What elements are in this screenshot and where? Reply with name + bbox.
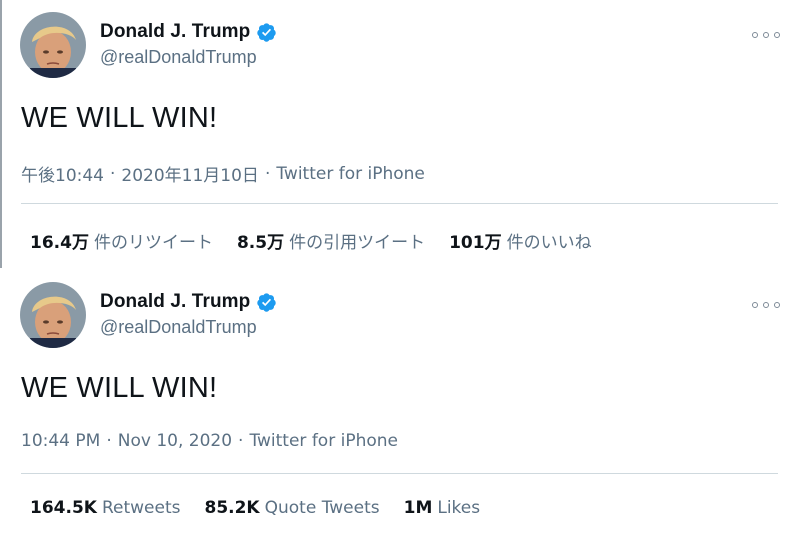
engagement-stats: 16.4万 件のリツイート 8.5万 件の引用ツイート 101万 件のいいね bbox=[30, 228, 616, 253]
likes-stat[interactable]: 101万 件のいいね bbox=[449, 228, 592, 253]
tweet-time[interactable]: 10:44 PM bbox=[21, 431, 100, 451]
meta-separator: · bbox=[264, 163, 271, 184]
quote-tweets-stat[interactable]: 85.2K Quote Tweets bbox=[204, 498, 379, 518]
retweets-count: 16.4万 bbox=[30, 233, 89, 253]
more-options-icon[interactable] bbox=[752, 28, 780, 42]
quote-tweets-count: 85.2K bbox=[204, 498, 260, 518]
divider bbox=[21, 473, 778, 474]
profile-avatar[interactable] bbox=[20, 282, 86, 348]
tweet-meta: 10:44 PM · Nov 10, 2020 · Twitter for iP… bbox=[21, 431, 398, 451]
username-handle[interactable]: @realDonaldTrump bbox=[100, 317, 257, 338]
retweets-stat[interactable]: 164.5K Retweets bbox=[30, 498, 180, 518]
tweet-source[interactable]: Twitter for iPhone bbox=[276, 164, 425, 184]
quote-tweets-count: 8.5万 bbox=[236, 233, 285, 253]
retweets-label: 件のリツイート bbox=[93, 233, 213, 253]
more-options-icon[interactable] bbox=[752, 298, 780, 312]
likes-count: 1M bbox=[403, 498, 433, 518]
tweet-source[interactable]: Twitter for iPhone bbox=[249, 431, 398, 451]
divider bbox=[21, 203, 778, 204]
tweet-date[interactable]: Nov 10, 2020 bbox=[118, 431, 232, 451]
author-name-row[interactable]: Donald J. Trump bbox=[100, 19, 277, 45]
tweet-date[interactable]: 2020年11月10日 bbox=[121, 161, 259, 186]
tweet-text: WE WILL WIN! bbox=[21, 102, 218, 134]
verified-badge-icon bbox=[256, 292, 277, 313]
likes-count: 101万 bbox=[449, 233, 502, 253]
tweet-meta: 午後10:44 · 2020年11月10日 · Twitter for iPho… bbox=[21, 161, 425, 187]
retweets-count: 164.5K bbox=[30, 498, 97, 518]
tweet-japanese: Donald J. Trump @realDonaldTrump WE WILL… bbox=[0, 0, 800, 270]
quote-tweets-label: Quote Tweets bbox=[264, 498, 380, 518]
retweets-stat[interactable]: 16.4万 件のリツイート bbox=[30, 228, 213, 253]
verified-badge-icon bbox=[256, 22, 277, 43]
profile-avatar[interactable] bbox=[20, 12, 86, 78]
retweets-label: Retweets bbox=[101, 498, 181, 518]
display-name[interactable]: Donald J. Trump bbox=[100, 291, 250, 313]
quote-tweets-label: 件の引用ツイート bbox=[289, 233, 426, 253]
meta-separator: · bbox=[238, 431, 244, 451]
quote-tweets-stat[interactable]: 8.5万 件の引用ツイート bbox=[237, 228, 425, 253]
tweet-text: WE WILL WIN! bbox=[21, 372, 218, 404]
tweet-english: Donald J. Trump @realDonaldTrump WE WILL… bbox=[0, 270, 800, 538]
left-border bbox=[0, 0, 2, 268]
display-name[interactable]: Donald J. Trump bbox=[100, 21, 250, 43]
likes-label: Likes bbox=[437, 498, 481, 518]
likes-label: 件のいいね bbox=[506, 233, 592, 253]
author-name-row[interactable]: Donald J. Trump bbox=[100, 289, 277, 315]
meta-separator: · bbox=[110, 163, 116, 184]
meta-separator: · bbox=[106, 431, 112, 451]
username-handle[interactable]: @realDonaldTrump bbox=[100, 47, 257, 68]
engagement-stats: 164.5K Retweets 85.2K Quote Tweets 1M Li… bbox=[30, 498, 504, 518]
likes-stat[interactable]: 1M Likes bbox=[404, 498, 481, 518]
tweet-time[interactable]: 午後10:44 bbox=[21, 161, 104, 186]
